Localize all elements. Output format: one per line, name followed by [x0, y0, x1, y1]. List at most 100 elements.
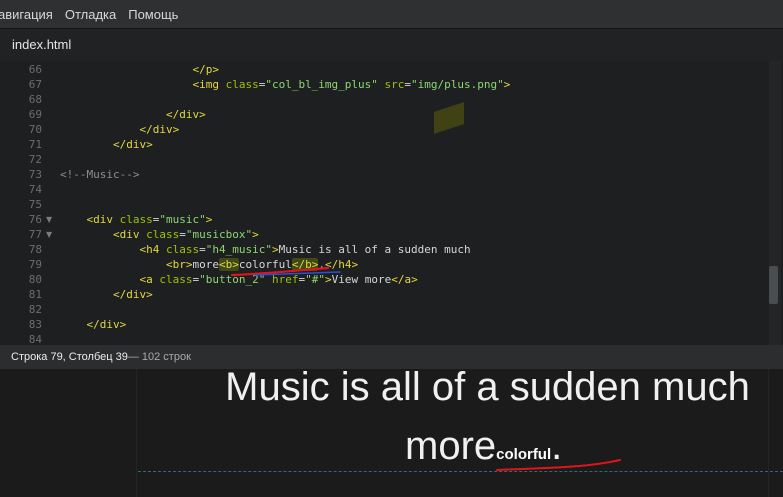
code-line[interactable]: </div> — [60, 288, 153, 301]
code-token: </div> — [112, 138, 153, 151]
code-line[interactable]: <img class="col_bl_img_plus" src="img/pl… — [60, 78, 510, 91]
code-token: <h4 — [139, 243, 160, 256]
line-number: 74 — [28, 183, 42, 196]
code-token: = — [199, 243, 206, 256]
code-line[interactable]: <div class="music"> — [60, 213, 213, 226]
fold-arrow-icon[interactable]: ▼ — [46, 215, 52, 224]
scrollbar-thumb[interactable] — [769, 266, 778, 304]
code-token: src — [384, 78, 405, 91]
code-token: <b> — [218, 258, 239, 271]
line-number: 66 — [28, 63, 42, 76]
menu-item-debug[interactable]: Отладка — [65, 7, 116, 22]
tab-bar: index.html — [0, 28, 783, 61]
code-token: > — [271, 243, 279, 256]
code-token: </h4> — [324, 258, 359, 271]
code-token: Music is all of a sudden much — [278, 243, 471, 256]
code-line[interactable]: <div class="musicbox"> — [60, 228, 259, 241]
line-number: 76 — [28, 213, 42, 226]
code-token: </div> — [86, 318, 127, 331]
line-count: — 102 строк — [127, 351, 191, 363]
preview-period: . — [551, 424, 563, 468]
tab-index-html[interactable]: index.html — [12, 37, 71, 52]
code-line[interactable]: <h4 class="h4_music">Music is all of a s… — [60, 243, 471, 256]
code-token: . — [318, 258, 325, 271]
code-token: </p> — [192, 63, 219, 76]
code-token: "img/plus.png" — [411, 78, 504, 91]
preview-heading: Music is all of a sudden much — [225, 369, 750, 409]
code-token: <div — [86, 213, 114, 226]
line-number: 81 — [28, 288, 42, 301]
live-preview: Music is all of a sudden much morecolorf… — [0, 369, 783, 497]
code-line[interactable]: </div> — [60, 123, 179, 136]
code-line[interactable]: </div> — [60, 108, 206, 121]
code-token: class — [146, 228, 180, 241]
vertical-scrollbar[interactable] — [769, 61, 781, 345]
line-number: 67 — [28, 78, 42, 91]
code-token: </div> — [165, 108, 206, 121]
code-token: > — [252, 228, 259, 241]
code-token: <div — [112, 228, 140, 241]
line-number: 77 — [28, 228, 42, 241]
code-token: <!--Music--> — [60, 168, 140, 181]
code-line[interactable]: <br>more<b>colorful</b>.</h4> — [60, 258, 358, 271]
line-number: 83 — [28, 318, 42, 331]
code-token: <a — [139, 273, 153, 286]
code-token: </div> — [112, 288, 153, 301]
code-token: "h4_music" — [205, 243, 272, 256]
line-number: 79 — [28, 258, 42, 271]
code-token: "musicbox" — [185, 228, 253, 241]
code-token: "col_bl_img_plus" — [265, 78, 378, 91]
code-token: <br> — [165, 258, 193, 271]
code-token: "music" — [159, 213, 206, 226]
code-token: colorful — [238, 258, 292, 271]
code-token: more — [192, 258, 219, 271]
code-token: </div> — [139, 123, 180, 136]
line-number: 78 — [28, 243, 42, 256]
code-token: class — [165, 243, 200, 256]
line-number: 71 — [28, 138, 42, 151]
code-line[interactable]: </div> — [60, 138, 153, 151]
preview-dashed-guide — [138, 471, 783, 472]
code-line[interactable]: <a class="button_2" href="#">View more</… — [60, 273, 418, 286]
preview-more-text: more — [405, 424, 497, 468]
code-token: <img — [192, 78, 219, 91]
code-token: class — [225, 78, 259, 91]
line-number: 73 — [28, 168, 42, 181]
menu-item-help[interactable]: Помощь — [128, 7, 178, 22]
code-token: "button_2" — [199, 273, 266, 286]
line-number: 84 — [28, 333, 42, 345]
line-number: 68 — [28, 93, 42, 106]
code-token: </a> — [391, 273, 418, 286]
code-token: > — [503, 78, 511, 91]
line-number: 72 — [28, 153, 42, 166]
fold-arrow-icon[interactable]: ▼ — [46, 230, 52, 239]
line-number: 75 — [28, 198, 42, 211]
code-line[interactable]: <!--Music--> — [60, 168, 139, 181]
menu-item-navigation[interactable]: авигация — [0, 7, 53, 22]
status-bar: Строка 79, Столбец 39 — 102 строк — [0, 345, 783, 369]
code-token: class — [119, 213, 153, 226]
code-token: href — [271, 273, 299, 286]
code-token: View more — [331, 273, 392, 286]
code-editor[interactable]: 66 67 68 69 70 71 72 73 74 75 76 ▼ 77 ▼ 78 79 80 81 82 83 84… — [0, 61, 783, 345]
code-token: </b> — [291, 258, 319, 271]
code-line[interactable]: </div> — [60, 318, 127, 331]
preview-bold-text: colorful — [496, 446, 552, 463]
code-line[interactable]: </p> — [60, 63, 219, 76]
